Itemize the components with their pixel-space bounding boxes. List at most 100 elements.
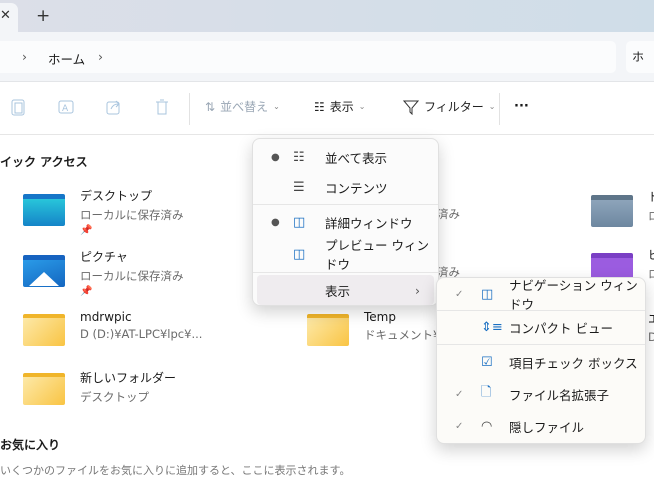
item-name: デスクトップ <box>80 189 153 203</box>
search-input[interactable]: ホ <box>626 41 654 73</box>
favorites-empty-message: いくつかのファイルをお気に入りに追加すると、ここに表示されます。 <box>0 464 351 477</box>
file-extension-icon: 🗋 <box>481 385 492 400</box>
check-icon: ✓ <box>455 388 464 400</box>
item-location: D <box>648 330 654 344</box>
documents-folder-icon[interactable] <box>591 195 633 227</box>
menu-item-preview-pane[interactable]: ◫ プレビュー ウィンドウ <box>257 238 434 272</box>
folder-item-videos[interactable]: ビロ <box>648 246 654 282</box>
menu-item-label: 表示 <box>325 283 351 299</box>
folder-item-new-folder[interactable]: 新しいフォルダー デスクトップ <box>22 369 222 409</box>
menu-item-label: ファイル名拡張子 <box>509 387 610 403</box>
menu-item-details-pane[interactable]: ● ◫ 詳細ウィンドウ <box>257 207 434 237</box>
toolbar-divider <box>499 93 500 125</box>
toolbar-divider <box>189 93 190 125</box>
command-bar: A ⇅ 並べ替え ⌄ ☷ 表示 ⌄ フィルター ⌄ ··· <box>0 83 654 135</box>
view-button[interactable]: ☷ 表示 ⌄ <box>314 98 365 115</box>
view-menu: ● ☷ 並べて表示 ☰ コンテンツ ● ◫ 詳細ウィンドウ ◫ プレビュー ウィンドウ 表示… <box>252 138 439 306</box>
menu-item-label: 隠しファイル <box>509 419 585 435</box>
address-bar[interactable] <box>0 41 616 73</box>
favorites-heading[interactable]: お気に入り <box>0 436 60 453</box>
menu-item-label: プレビュー ウィンドウ <box>325 238 429 272</box>
menu-item-show[interactable]: 表示 › <box>257 275 434 305</box>
menu-item-label: 並べて表示 <box>325 150 388 166</box>
item-location-partial: 済み <box>437 207 460 221</box>
selected-bullet-icon: ● <box>271 151 280 163</box>
paste-icon[interactable] <box>11 98 25 116</box>
menu-divider <box>437 310 645 311</box>
share-icon[interactable] <box>106 98 122 116</box>
quick-access-heading[interactable]: イック アクセス <box>0 153 88 170</box>
delete-icon[interactable] <box>155 98 169 116</box>
menu-item-label: 項目チェック ボックス <box>509 355 638 371</box>
compact-view-icon: ⇕≡ <box>481 319 503 335</box>
show-submenu: ✓ ◫ ナビゲーション ウィンドウ ⇕≡ コンパクト ビュー ☑ 項目チェック ボックス… <box>436 277 646 444</box>
chevron-down-icon: ⌄ <box>358 102 366 111</box>
content-icon: ☰ <box>293 179 305 195</box>
new-tab-button[interactable]: + <box>36 6 50 26</box>
item-location: D (D:)¥AT-LPC¥lpc¥... <box>80 327 203 341</box>
breadcrumb-separator: › <box>22 49 27 64</box>
tiles-icon: ☷ <box>293 149 305 165</box>
menu-item-navigation-pane[interactable]: ✓ ◫ ナビゲーション ウィンドウ <box>441 278 641 312</box>
folder-item-partial[interactable]: エD <box>648 310 654 344</box>
view-icon: ☷ <box>314 99 325 114</box>
menu-divider <box>437 344 645 345</box>
menu-item-hidden-files[interactable]: ✓ ◠ 隠しファイル <box>441 411 641 441</box>
chevron-down-icon: ⌄ <box>488 102 496 111</box>
menu-item-file-extensions[interactable]: ✓ 🗋 ファイル名拡張子 <box>441 379 641 409</box>
pictures-folder-icon <box>23 255 65 287</box>
menu-item-item-checkboxes[interactable]: ☑ 項目チェック ボックス <box>441 347 641 377</box>
folder-icon <box>307 314 349 346</box>
item-name: 新しいフォルダー <box>80 371 177 385</box>
check-icon: ✓ <box>455 288 464 300</box>
search-placeholder: ホ <box>632 50 645 64</box>
check-icon: ✓ <box>455 420 464 432</box>
item-name: Temp <box>364 310 396 324</box>
desktop-folder-icon <box>23 194 65 226</box>
sort-label: 並べ替え <box>220 100 269 114</box>
breadcrumb-home[interactable]: ホーム <box>48 49 85 68</box>
folder-item-mdrwpic[interactable]: mdrwpic D (D:)¥AT-LPC¥lpc¥... <box>22 310 222 350</box>
pin-icon: 📌 <box>80 286 93 297</box>
navigation-bar: › ホーム › ホ <box>0 32 654 82</box>
checkbox-folder-icon: ☑ <box>481 354 493 370</box>
filter-label: フィルター <box>424 100 484 114</box>
folder-item-desktop[interactable]: デスクトップ ローカルに保存済み 📌 <box>22 187 222 237</box>
pin-icon: 📌 <box>80 225 93 236</box>
details-pane-icon: ◫ <box>293 214 306 230</box>
menu-item-compact-view[interactable]: ⇕≡ コンパクト ビュー <box>441 312 641 342</box>
folder-item-temp[interactable]: Temp ドキュメント¥We <box>307 310 447 350</box>
breadcrumb-chevron[interactable]: › <box>98 49 103 64</box>
item-name: エ <box>648 310 654 327</box>
close-tab-icon[interactable]: ✕ <box>0 8 11 23</box>
folder-item-documents[interactable]: ドロ <box>648 188 654 224</box>
selected-bullet-icon: ● <box>271 216 280 228</box>
item-location: ローカルに保存済み <box>80 269 184 283</box>
folder-icon <box>23 373 65 405</box>
folder-icon <box>23 314 65 346</box>
eye-icon: ◠ <box>481 418 493 434</box>
item-location: ロ <box>648 209 654 223</box>
menu-divider <box>253 204 438 205</box>
rename-icon[interactable]: A <box>58 98 74 116</box>
more-options-button[interactable]: ··· <box>514 99 529 114</box>
chevron-down-icon: ⌄ <box>273 102 280 111</box>
menu-item-tiles[interactable]: ● ☷ 並べて表示 <box>257 142 434 172</box>
item-location: ロ <box>648 267 654 281</box>
menu-item-content[interactable]: ☰ コンテンツ <box>257 172 434 202</box>
chevron-right-icon: › <box>415 282 420 298</box>
item-location: デスクトップ <box>80 390 149 404</box>
item-name: ビ <box>648 246 654 263</box>
svg-text:A: A <box>62 104 69 114</box>
sort-icon: ⇅ <box>205 99 216 114</box>
sort-button[interactable]: ⇅ 並べ替え ⌄ <box>205 98 280 115</box>
item-name: mdrwpic <box>80 310 132 324</box>
navigation-pane-icon: ◫ <box>481 286 494 302</box>
filter-button[interactable]: フィルター ⌄ <box>403 98 495 115</box>
menu-item-label: 詳細ウィンドウ <box>325 215 413 231</box>
tab-bar: ✕ + <box>0 0 654 34</box>
menu-item-label: コンパクト ビュー <box>509 320 613 336</box>
item-location: ドキュメント¥We <box>364 328 447 342</box>
folder-item-pictures[interactable]: ピクチャ ローカルに保存済み 📌 <box>22 248 222 298</box>
filter-icon <box>403 100 419 115</box>
